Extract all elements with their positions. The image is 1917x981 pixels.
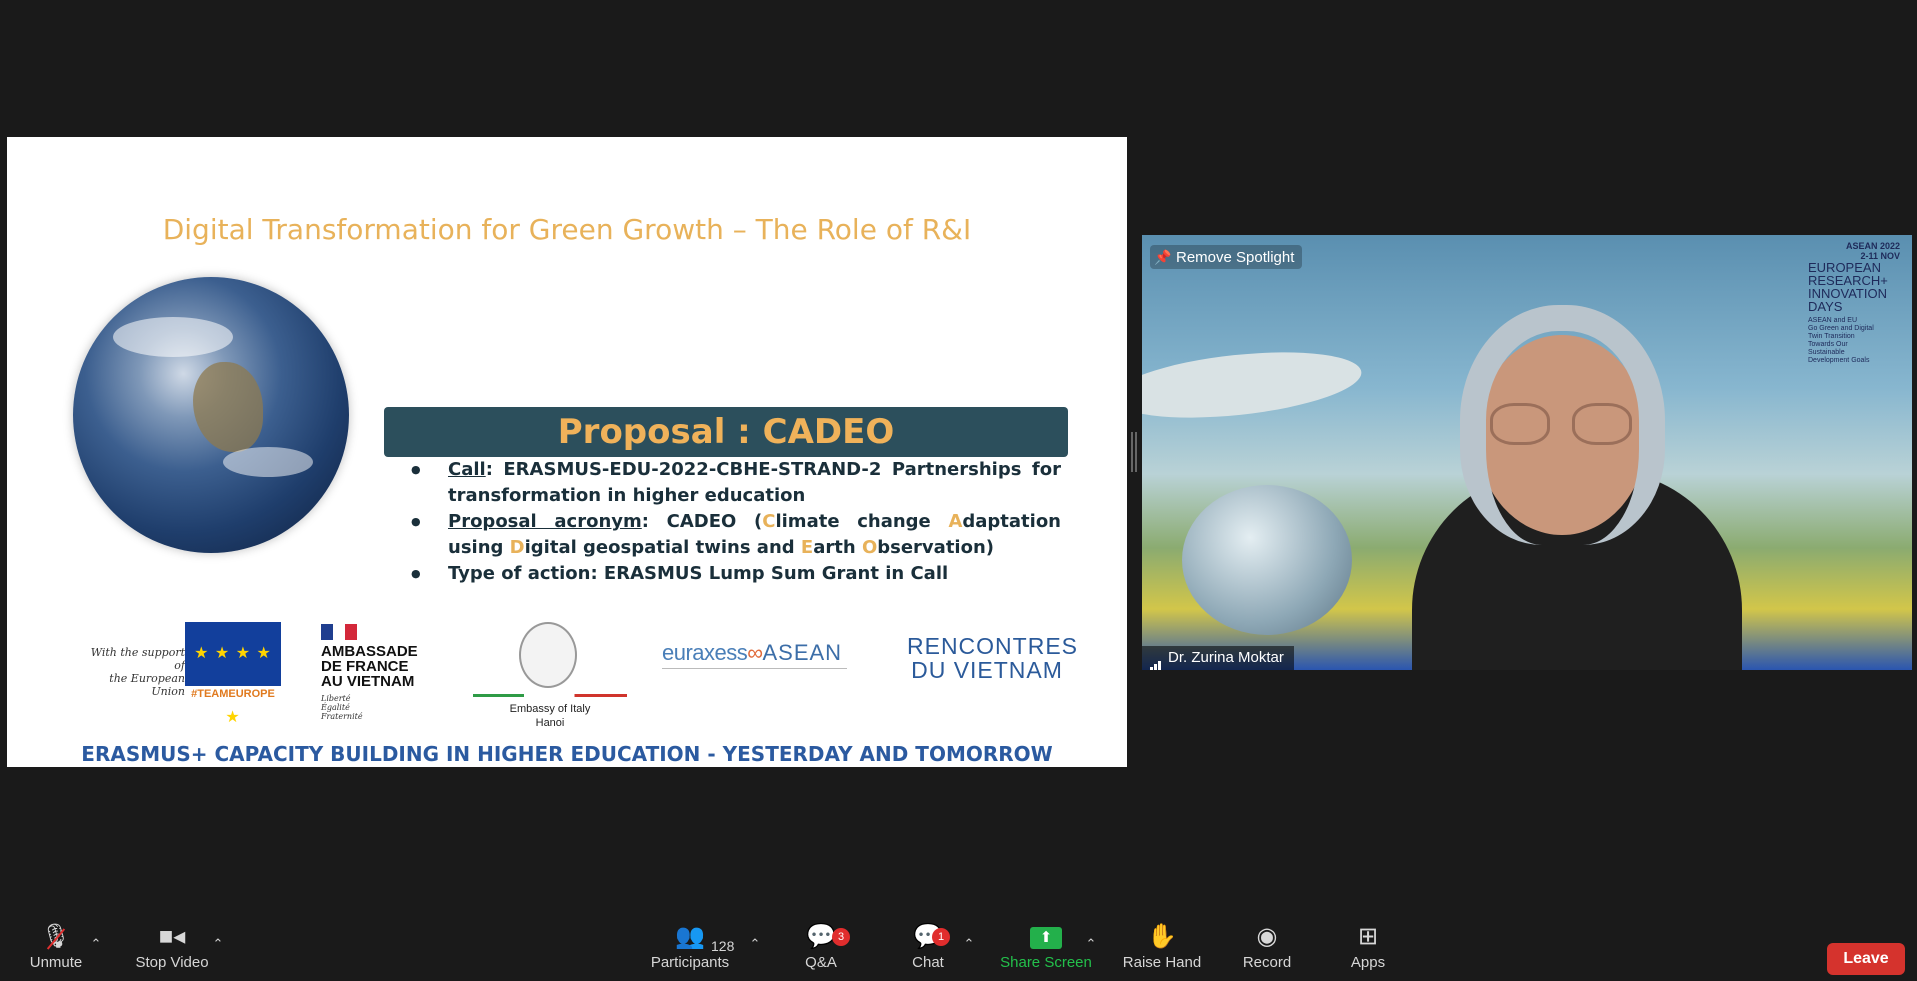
proposal-heading: Proposal : CADEO xyxy=(384,407,1068,457)
view-splitter-handle[interactable] xyxy=(1131,432,1137,472)
slide-footer: ERASMUS+ CAPACITY BUILDING IN HIGHER EDU… xyxy=(81,742,1053,766)
participant-video[interactable]: ASEAN 2022 2-11 NOV EUROPEAN RESEARCH+ INNO… xyxy=(1142,235,1912,670)
proposal-bullet-list: Call: ERASMUS-EDU-2022-CBHE-STRAND-2 Par… xyxy=(411,457,1061,587)
participant-name-tag: Dr. Zurina Moktar xyxy=(1142,646,1294,670)
participants-options-caret[interactable]: ⌃ xyxy=(747,936,763,952)
remove-spotlight-button[interactable]: 📌 Remove Spotlight xyxy=(1150,245,1303,269)
eu-support-text: With the support of the European Union xyxy=(90,646,185,698)
euraxess-underline xyxy=(662,668,847,675)
raise-hand-icon: ✋ xyxy=(1147,923,1177,950)
italy-emblem-icon xyxy=(519,622,577,688)
qa-icon: 💬 xyxy=(806,923,836,950)
share-screen-button[interactable]: ⬆ Share Screen xyxy=(996,920,1096,972)
pin-icon: 📌 xyxy=(1154,249,1172,265)
record-button[interactable]: ◉ Record xyxy=(1217,920,1317,972)
italy-embassy-logo: Embassy of Italy Hanoi xyxy=(509,703,591,729)
signal-strength-icon xyxy=(1146,651,1162,670)
italy-flag-stripe xyxy=(473,694,627,697)
bullet-acronym: Proposal acronym: CADEO (Climate change … xyxy=(411,509,1061,561)
video-camera-icon: ■◂ xyxy=(158,923,186,950)
france-flag-icon xyxy=(321,624,359,640)
stop-video-button[interactable]: ■◂ Stop Video xyxy=(122,920,222,972)
raise-hand-button[interactable]: ✋ Raise Hand xyxy=(1112,920,1212,972)
video-options-caret[interactable]: ⌃ xyxy=(210,936,226,952)
bullet-call: Call: ERASMUS-EDU-2022-CBHE-STRAND-2 Par… xyxy=(411,457,1061,509)
qa-count-badge: 3 xyxy=(832,928,850,946)
slide-title: Digital Transformation for Green Growth … xyxy=(162,213,972,246)
meeting-toolbar: 🎙 Unmute ⌃ ■◂ Stop Video ⌃ 👥 Participant… xyxy=(0,920,1917,981)
audio-options-caret[interactable]: ⌃ xyxy=(88,936,104,952)
background-dome xyxy=(1182,485,1352,635)
rencontres-du-vietnam-logo: RENCONTRES DU VIETNAM xyxy=(907,633,1079,683)
apps-icon: ⊞ xyxy=(1357,923,1379,950)
chat-options-caret[interactable]: ⌃ xyxy=(961,936,977,952)
share-options-caret[interactable]: ⌃ xyxy=(1083,936,1099,952)
speaker-glasses xyxy=(1490,403,1635,447)
france-embassy-logo: AMBASSADE DE FRANCE AU VIETNAM xyxy=(321,643,418,690)
euraxess-asean-logo: euraxess∞ASEAN xyxy=(662,640,843,665)
participants-count: 128 xyxy=(711,938,735,954)
france-motto: Liberté Égalité Fraternité xyxy=(321,694,363,721)
share-screen-icon: ⬆ xyxy=(1030,926,1062,949)
qa-button[interactable]: 💬 Q&A xyxy=(771,920,871,972)
eu-flag-logo: ★ ★ ★ ★ ★ xyxy=(185,622,281,726)
bullet-action-type: Type of action: ERASMUS Lump Sum Grant i… xyxy=(411,561,1061,587)
event-virtual-background-badge: ASEAN 2022 2-11 NOV EUROPEAN RESEARCH+ INNO… xyxy=(1808,241,1900,364)
record-icon: ◉ xyxy=(1256,923,1278,950)
partner-logos: With the support of the European Union ★ … xyxy=(7,622,1127,732)
apps-button[interactable]: ⊞ Apps xyxy=(1318,920,1418,972)
shared-screen-slide: Digital Transformation for Green Growth … xyxy=(7,137,1127,767)
team-europe-label: #TEAMEUROPE xyxy=(191,688,275,700)
chat-count-badge: 1 xyxy=(932,928,950,946)
background-structure xyxy=(1142,342,1365,428)
earth-globe-image xyxy=(73,277,349,553)
leave-meeting-button[interactable]: Leave xyxy=(1827,943,1905,975)
